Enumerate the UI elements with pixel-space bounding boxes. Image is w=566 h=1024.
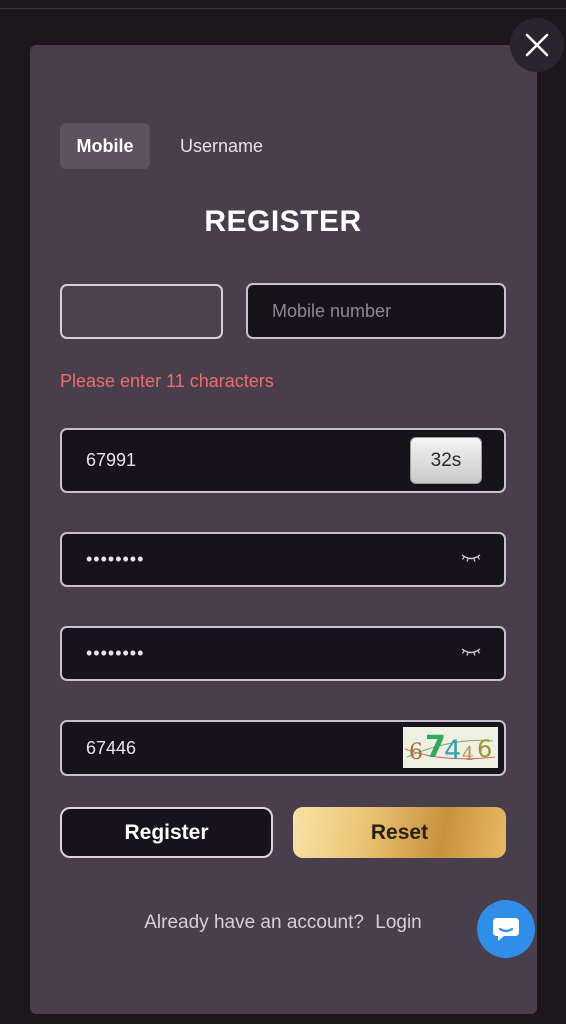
svg-text:6: 6 [409,740,423,765]
login-prompt-text: Already have an account? [144,912,364,933]
register-tabs: Mobile Username [60,123,279,169]
password-input[interactable]: •••••••• [60,532,506,587]
send-code-button[interactable]: 32s [410,437,482,484]
close-icon [525,33,549,57]
tab-username-label: Username [180,135,264,156]
tab-username[interactable]: Username [174,123,279,169]
country-code-field[interactable] [60,284,223,339]
password-value: •••••••• [86,549,145,569]
chat-button[interactable] [477,900,535,958]
top-bar [0,0,566,9]
captcha-image[interactable]: 6 7 4 4 6 [403,727,498,768]
captcha-input[interactable]: 67446 6 7 4 4 6 [60,720,506,776]
page-title: REGISTER [204,205,362,238]
svg-text:4: 4 [444,735,461,766]
captcha-value: 67446 [86,737,137,758]
reset-button-label: Reset [370,820,429,844]
tab-mobile-label: Mobile [76,135,134,156]
mobile-number-input[interactable]: Mobile number [246,283,506,339]
register-button-label: Register [124,820,209,844]
register-modal [30,45,537,1014]
eye-closed-icon[interactable] [460,642,482,660]
reset-button[interactable]: Reset [293,807,506,858]
login-link[interactable]: Login [375,912,422,933]
verification-code-value: 67991 [86,450,137,470]
tab-mobile[interactable]: Mobile [60,123,150,169]
mobile-number-placeholder: Mobile number [272,300,392,321]
verification-code-input[interactable]: 67991 32s [60,428,506,493]
mobile-error-message: Please enter 11 characters [60,371,274,391]
svg-text:7: 7 [425,730,446,765]
countdown-label: 32s [430,449,462,471]
svg-text:4: 4 [462,743,474,765]
confirm-password-input[interactable]: •••••••• [60,626,506,681]
eye-closed-icon[interactable] [460,548,482,566]
close-button[interactable] [510,18,564,72]
register-button[interactable]: Register [60,807,273,858]
confirm-password-value: •••••••• [86,643,145,663]
svg-text:6: 6 [477,735,492,763]
chat-bubble-icon [493,918,519,941]
